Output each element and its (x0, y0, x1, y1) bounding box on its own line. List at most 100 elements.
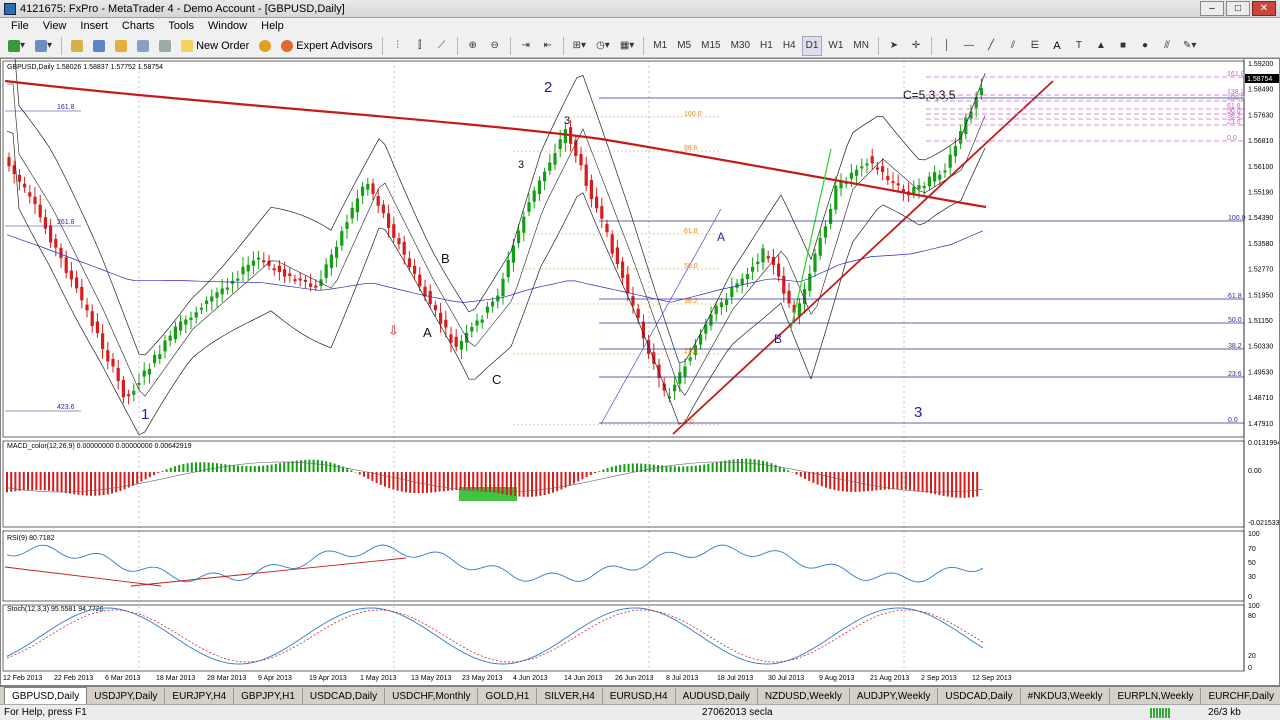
candle-body (891, 181, 895, 184)
chart-tab[interactable]: AUDUSD,Daily (676, 688, 758, 704)
trendline-icon[interactable]: ╱ (981, 36, 1001, 56)
data-window-icon[interactable] (89, 36, 109, 56)
close-button[interactable]: ✕ (1252, 1, 1276, 16)
crosshair-icon[interactable]: ✛ (906, 36, 926, 56)
expert-advisors-button[interactable]: Expert Advisors (277, 36, 376, 56)
menu-charts[interactable]: Charts (115, 20, 161, 32)
chart-tab[interactable]: USDCHF,Monthly (385, 688, 479, 704)
fib-label-orange: 88.6 (684, 145, 698, 152)
period-m1[interactable]: M1 (649, 36, 671, 56)
candle-body (173, 326, 177, 340)
fib-label-blue: 61.8 (1228, 293, 1242, 300)
chart-tab[interactable]: EURUSD,H4 (603, 688, 676, 704)
chart-window[interactable]: 12 Feb 2013 22 Feb 2013 6 Mar 2013 18 Mar 2… (0, 58, 1280, 686)
profiles-button[interactable]: ▾ (31, 36, 56, 56)
candlestick-icon[interactable]: ⫿ (410, 36, 430, 56)
chart-tab[interactable]: USDCAD,Daily (303, 688, 386, 704)
vertical-line-icon[interactable]: │ (937, 36, 957, 56)
period-d1[interactable]: D1 (801, 35, 823, 56)
candle-body (121, 380, 125, 398)
chart-tab[interactable]: GBPJPY,H1 (234, 688, 303, 704)
channel-icon[interactable]: ⫽ (1003, 36, 1023, 56)
candle-body (454, 336, 458, 347)
new-order-button[interactable]: New Order (177, 36, 253, 56)
auto-scroll-icon[interactable]: ⇥ (516, 36, 536, 56)
arrow-up-icon[interactable]: ▲ (1091, 36, 1111, 56)
chart-tab[interactable]: EURJPY,H4 (165, 688, 235, 704)
rectangle-icon[interactable]: ■ (1113, 36, 1133, 56)
andrews-pitchfork-icon[interactable]: ⫻ (1157, 36, 1177, 56)
fib-label-blue: 100.0 (1228, 215, 1246, 222)
menu-insert[interactable]: Insert (73, 20, 115, 32)
candle-body (475, 320, 479, 326)
candle-body (17, 174, 21, 182)
chart-tab[interactable]: AUDJPY,Weekly (850, 688, 939, 704)
indicators-icon[interactable]: ⊞▾ (569, 36, 590, 56)
period-w1[interactable]: W1 (824, 36, 847, 56)
chart-tab[interactable]: USDJPY,Daily (87, 688, 166, 704)
zoom-in-icon[interactable]: ⊕ (463, 36, 483, 56)
price-tick-label: 1.57630 (1248, 112, 1273, 119)
candle-body (257, 257, 261, 260)
macd-highlight-rect (459, 487, 517, 501)
chart-tab[interactable]: NZDUSD,Weekly (758, 688, 850, 704)
candle-body (7, 157, 11, 167)
chart-tab[interactable]: SILVER,H4 (537, 688, 603, 704)
chart-tab[interactable]: GBPUSD,Daily (4, 687, 88, 704)
candle-body (33, 196, 37, 205)
new-chart-button[interactable]: ▾ (4, 36, 29, 56)
line-chart-icon[interactable]: ⟋ (432, 36, 452, 56)
draw-tools-menu-icon[interactable]: ✎▾ (1179, 36, 1200, 56)
periodicity-icon[interactable]: ◷▾ (592, 36, 614, 56)
menu-help[interactable]: Help (254, 20, 291, 32)
menu-window[interactable]: Window (201, 20, 254, 32)
ellipse-icon[interactable]: ● (1135, 36, 1155, 56)
period-h1[interactable]: H1 (756, 36, 777, 56)
candle-body (433, 305, 437, 311)
candle-body (147, 368, 151, 375)
market-watch-icon[interactable] (67, 36, 87, 56)
menu-view[interactable]: View (36, 20, 74, 32)
chart-shift-icon[interactable]: ⇤ (538, 36, 558, 56)
candle-body (80, 286, 84, 301)
chart-canvas[interactable]: 12 Feb 2013 22 Feb 2013 6 Mar 2013 18 Mar 2… (1, 59, 1279, 685)
menu-tools[interactable]: Tools (161, 20, 201, 32)
text-label-icon[interactable]: T (1069, 36, 1089, 56)
tester-icon[interactable] (155, 36, 175, 56)
templates-icon[interactable]: ▦▾ (616, 36, 638, 56)
wave-label: A (717, 230, 725, 244)
zoom-out-icon[interactable]: ⊖ (485, 36, 505, 56)
text-label-button[interactable]: A (1047, 36, 1067, 56)
candle-body (283, 269, 287, 277)
candle-body (220, 288, 224, 295)
chart-tab[interactable]: GOLD,H1 (478, 688, 538, 704)
candle-body (912, 187, 916, 194)
candle-body (485, 306, 489, 313)
period-m30[interactable]: M30 (727, 36, 754, 56)
candle-body (194, 312, 198, 318)
wave-label: 3 (914, 404, 922, 421)
metaeditor-icon[interactable] (255, 36, 275, 56)
chart-tab[interactable]: EURCHF,Daily (1201, 688, 1280, 704)
maximize-button[interactable]: □ (1226, 1, 1250, 16)
bar-chart-icon[interactable]: ⫶ (388, 36, 408, 56)
chart-tab[interactable]: EURPLN,Weekly (1110, 688, 1202, 704)
menu-file[interactable]: File (4, 20, 36, 32)
period-mn[interactable]: MN (849, 36, 873, 56)
minimize-button[interactable]: – (1200, 1, 1224, 16)
period-m5[interactable]: M5 (673, 36, 695, 56)
stoch-main-line (6, 607, 984, 665)
navigator-icon[interactable] (111, 36, 131, 56)
period-m15[interactable]: M15 (697, 36, 724, 56)
horizontal-line-icon[interactable]: — (959, 36, 979, 56)
chart-tab[interactable]: #NKDU3,Weekly (1021, 688, 1111, 704)
candle-body (371, 183, 375, 194)
cursor-icon[interactable]: ➤ (884, 36, 904, 56)
fibonacci-icon[interactable]: ⋿ (1025, 36, 1045, 56)
candle-body (948, 154, 952, 168)
wave-label: 2 (544, 79, 552, 96)
candle-body (953, 146, 957, 157)
terminal-icon[interactable] (133, 36, 153, 56)
chart-tab[interactable]: USDCAD,Daily (938, 688, 1021, 704)
period-h4[interactable]: H4 (779, 36, 800, 56)
